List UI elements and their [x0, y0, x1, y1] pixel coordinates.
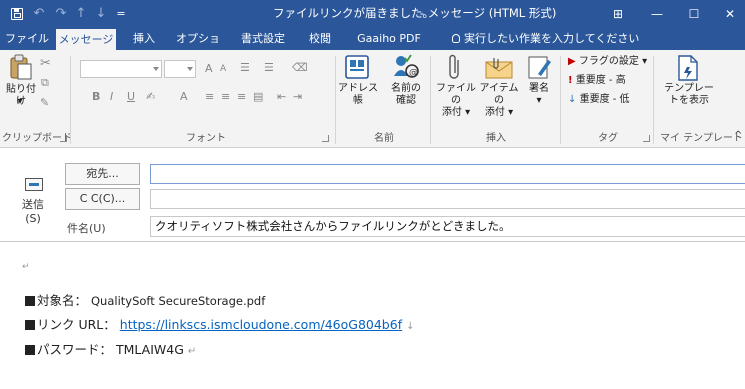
- tab-review[interactable]: 校閲: [302, 27, 338, 50]
- collapse-ribbon-icon[interactable]: ^: [734, 130, 742, 141]
- tab-format-text[interactable]: 書式設定: [232, 27, 294, 50]
- maximize-button[interactable]: ☐: [677, 0, 711, 27]
- minimize-button[interactable]: —: [640, 0, 674, 27]
- view-templates-label[interactable]: テンプレー トを表示: [664, 83, 714, 107]
- font-group-label: フォント: [186, 133, 226, 144]
- paste-dropdown-icon[interactable]: ▾: [14, 96, 26, 108]
- format-painter-icon[interactable]: ✎: [40, 96, 49, 109]
- align-center-icon[interactable]: ≡: [221, 90, 230, 103]
- target-label: 対象名：: [37, 293, 88, 308]
- password-label: パスワード：: [37, 342, 113, 357]
- high-importance-button[interactable]: ! 重要度 - 高: [568, 75, 626, 87]
- justify-icon[interactable]: ▤: [253, 90, 263, 103]
- attach-item-icon[interactable]: [484, 56, 514, 80]
- password-value: TMLAIW4G: [116, 342, 184, 357]
- highlight-icon[interactable]: ✍: [146, 90, 155, 103]
- tab-message[interactable]: メッセージ: [56, 29, 116, 50]
- arrow-up-icon[interactable]: ↑: [72, 0, 90, 27]
- subject-label: 件名(U): [67, 222, 106, 235]
- paragraph-return-mark: ↵: [187, 346, 197, 357]
- cut-icon[interactable]: ✂: [40, 56, 51, 71]
- paste-icon[interactable]: [8, 54, 34, 82]
- increase-indent-icon[interactable]: ⇥: [293, 90, 302, 103]
- svg-text:@: @: [409, 68, 418, 78]
- tab-insert[interactable]: 挿入: [124, 27, 164, 50]
- undo-icon[interactable]: ↶: [30, 0, 48, 27]
- tab-gaaiho-pdf[interactable]: Gaaiho PDF: [350, 27, 428, 50]
- flag-icon: ▶: [568, 56, 576, 67]
- attach-file-icon[interactable]: [447, 54, 463, 82]
- shrink-font-icon[interactable]: A: [220, 64, 226, 74]
- tell-me-box[interactable]: 実行したい作業を入力してください: [452, 27, 639, 50]
- lightbulb-icon: [452, 34, 460, 43]
- to-button[interactable]: 宛先...: [65, 163, 140, 185]
- download-link[interactable]: https://linkscs.ismcloudone.com/46oG804b…: [120, 317, 402, 332]
- numbering-icon[interactable]: ☰: [264, 61, 274, 74]
- tell-me-text: 実行したい作業を入力してください: [464, 32, 640, 45]
- check-names-icon[interactable]: @: [392, 54, 420, 80]
- font-launcher-icon[interactable]: [322, 135, 329, 142]
- signature-label[interactable]: 署名 ▾: [524, 83, 554, 107]
- underline-button[interactable]: U: [127, 90, 135, 103]
- address-book-icon[interactable]: [344, 54, 370, 80]
- link-label: リンク URL：: [37, 317, 116, 332]
- follow-up-button[interactable]: ▶ フラグの設定 ▾: [568, 56, 647, 68]
- window-title: ファイルリンクが届きました。: [273, 6, 434, 20]
- copy-icon[interactable]: ⧉: [41, 76, 49, 90]
- subject-field[interactable]: クオリティソフト株式会社さんからファイルリンクがとどきました。: [150, 216, 745, 237]
- title-bar: ↶ ↷ ↑ ↓ = ファイルリンクが届きました。 - メッセージ (HTML 形…: [0, 0, 745, 27]
- target-value: QualitySoft SecureStorage.pdf: [91, 294, 266, 308]
- exclamation-icon: !: [568, 75, 573, 86]
- grow-font-icon[interactable]: A: [205, 62, 213, 75]
- templates-group-label: マイ テンプレート: [660, 133, 743, 144]
- view-templates-icon[interactable]: [676, 54, 700, 82]
- ribbon-tabs: ファイル メッセージ 挿入 オプション 書式設定 校閲 Gaaiho PDF 実…: [0, 27, 745, 68]
- attach-file-label[interactable]: ファイルの 添付 ▾: [434, 83, 478, 119]
- bullet-square-icon: [25, 296, 35, 306]
- tags-launcher-icon[interactable]: [643, 135, 650, 142]
- include-group-label: 挿入: [486, 133, 506, 144]
- send-label: 送信 (S): [22, 198, 44, 225]
- link-line: リンク URL： https://linkscs.ismcloudone.com…: [25, 314, 414, 333]
- to-field[interactable]: [150, 164, 745, 184]
- decrease-indent-icon[interactable]: ⇤: [277, 90, 286, 103]
- names-group-label: 名前: [374, 133, 394, 144]
- ribbon-display-options-icon[interactable]: ⊞: [601, 0, 635, 27]
- italic-button[interactable]: I: [110, 90, 113, 103]
- font-size-combo[interactable]: [164, 60, 196, 78]
- close-button[interactable]: ✕: [713, 0, 745, 27]
- check-names-label[interactable]: 名前の 確認: [386, 83, 426, 107]
- arrow-down-icon[interactable]: ↓: [92, 0, 110, 27]
- bullet-square-icon: [25, 320, 35, 330]
- low-importance-button[interactable]: ↓ 重要度 - 低: [568, 94, 630, 106]
- clipboard-launcher-icon[interactable]: [60, 135, 67, 142]
- password-line: パスワード： TMLAIW4G ↵: [25, 339, 196, 358]
- align-left-icon[interactable]: ≡: [205, 90, 214, 103]
- cc-button[interactable]: C C(C)...: [65, 188, 140, 210]
- font-name-combo[interactable]: [80, 60, 162, 78]
- save-icon[interactable]: [8, 0, 26, 27]
- send-icon: [25, 178, 43, 191]
- paragraph-mark: ↵: [22, 262, 30, 272]
- align-right-icon[interactable]: ≡: [237, 90, 246, 103]
- bullet-square-icon: [25, 345, 35, 355]
- customize-toolbar-icon[interactable]: =: [112, 0, 130, 27]
- ribbon: 貼り付け ▾ ✂ ⧉ ✎ クリップボード A A ☰ ☰ ⌫ B I U ✍ A…: [0, 50, 745, 148]
- signature-icon[interactable]: [526, 54, 552, 80]
- font-color-button[interactable]: A: [180, 90, 188, 103]
- redo-icon[interactable]: ↷: [52, 0, 70, 27]
- tags-group-label: タグ: [598, 133, 618, 144]
- down-arrow-icon: ↓: [568, 94, 577, 105]
- address-book-label[interactable]: アドレス帳: [336, 83, 380, 107]
- cc-field[interactable]: [150, 189, 745, 209]
- line-break-mark: ↓: [406, 321, 415, 332]
- window-subtitle: - メッセージ (HTML 形式): [420, 6, 557, 20]
- bullets-icon[interactable]: ☰: [240, 61, 250, 74]
- bold-button[interactable]: B: [92, 90, 100, 103]
- clear-format-icon[interactable]: ⌫: [292, 61, 308, 74]
- target-line: 対象名： QualitySoft SecureStorage.pdf: [25, 290, 265, 309]
- attach-item-label[interactable]: アイテムの 添付 ▾: [476, 83, 522, 119]
- tab-file[interactable]: ファイル: [4, 27, 50, 50]
- tab-options[interactable]: オプション: [172, 27, 224, 68]
